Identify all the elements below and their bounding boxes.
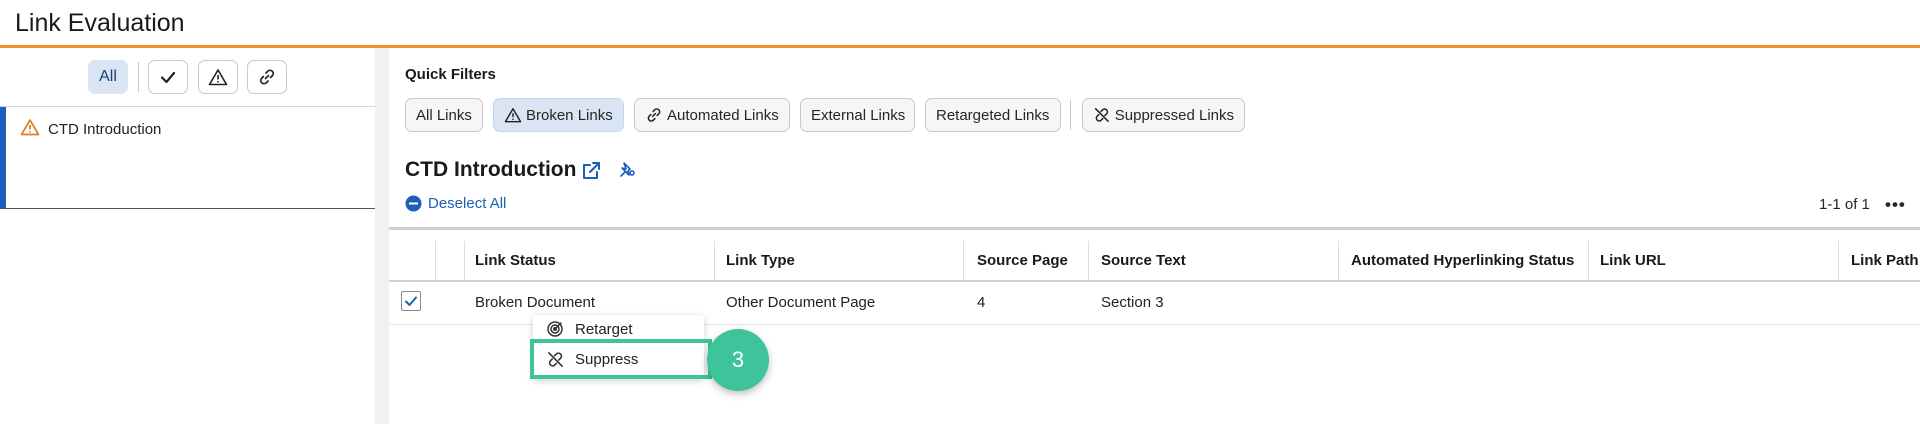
table-divider (389, 227, 1920, 230)
quick-filter-automated-links[interactable]: Automated Links (634, 98, 790, 132)
quick-filter-all-links[interactable]: All Links (405, 98, 483, 132)
divider (0, 208, 375, 209)
chip-label: All Links (416, 106, 472, 124)
document-list-item-label: CTD Introduction (48, 121, 162, 138)
filter-all-button[interactable]: All (88, 60, 128, 94)
selected-indicator (0, 107, 6, 209)
column-divider (1588, 241, 1589, 281)
cell-source-page: 4 (977, 294, 986, 311)
column-header-link-type[interactable]: Link Type (726, 252, 795, 269)
chip-label: Retargeted Links (936, 106, 1050, 124)
cell-link-type: Other Document Page (726, 294, 876, 311)
chip-label: Suppressed Links (1114, 106, 1234, 124)
column-divider (1838, 241, 1839, 281)
quick-filter-suppressed-links[interactable]: Suppressed Links (1082, 98, 1245, 132)
column-divider (1088, 241, 1089, 281)
menu-item-label: Retarget (575, 321, 633, 338)
app-header: Link Evaluation (0, 0, 1920, 48)
quick-filter-retargeted-links[interactable]: Retargeted Links (925, 98, 1061, 132)
more-actions-button[interactable]: ••• (1885, 195, 1906, 215)
link-icon (259, 69, 275, 85)
link-off-icon (1094, 108, 1109, 122)
row-checkbox[interactable] (401, 291, 421, 311)
panel-splitter[interactable] (375, 48, 389, 424)
cell-source-text: Section 3 (1101, 294, 1164, 311)
column-divider (1338, 241, 1339, 281)
pin-icon[interactable] (617, 160, 637, 180)
filter-valid-button[interactable] (148, 60, 188, 94)
warning-icon (208, 69, 228, 86)
chip-label: Automated Links (667, 106, 779, 124)
column-divider (963, 241, 964, 281)
check-icon (405, 296, 417, 306)
quick-filters-heading: Quick Filters (405, 66, 496, 83)
warning-icon (504, 108, 522, 123)
link-icon (647, 108, 661, 122)
deselect-all-button[interactable]: Deselect All (405, 195, 506, 212)
pagination-text: 1-1 of 1 (1819, 196, 1870, 213)
quick-filter-external-links[interactable]: External Links (800, 98, 915, 132)
table-header: Link Status Link Type Source Page Source… (389, 241, 1920, 281)
chip-divider (1070, 100, 1071, 130)
filter-broken-button[interactable] (198, 60, 238, 94)
column-header-link-path[interactable]: Link Path (1851, 252, 1919, 269)
chip-label: Broken Links (526, 106, 613, 124)
retarget-icon (547, 321, 563, 337)
document-title: CTD Introduction (405, 158, 577, 181)
quick-filter-broken-links[interactable]: Broken Links (493, 98, 624, 132)
check-icon (160, 71, 176, 84)
column-header-link-url[interactable]: Link URL (1600, 252, 1666, 269)
filter-all-label: All (99, 68, 117, 85)
filter-divider (138, 62, 139, 92)
chip-label: External Links (811, 106, 906, 124)
page-title: Link Evaluation (15, 9, 185, 37)
filter-automated-button[interactable] (247, 60, 287, 94)
warning-icon (20, 119, 40, 136)
column-header-link-status[interactable]: Link Status (475, 252, 556, 269)
status-filter-bar: All (0, 48, 375, 106)
step-badge: 3 (707, 329, 769, 391)
external-link-icon[interactable] (580, 160, 602, 182)
minus-circle-icon (405, 195, 422, 212)
step-highlight (530, 339, 712, 379)
column-header-source-text[interactable]: Source Text (1101, 252, 1186, 269)
column-divider (714, 241, 715, 281)
deselect-all-label: Deselect All (428, 195, 507, 212)
column-divider (464, 241, 465, 281)
column-divider (435, 241, 436, 281)
left-panel: All CTD Introduction (0, 48, 375, 424)
document-list-item[interactable]: CTD Introduction (0, 107, 375, 209)
cell-link-status: Broken Document (475, 294, 596, 311)
column-header-source-page[interactable]: Source Page (977, 252, 1068, 269)
column-header-automated-hyperlinking-status[interactable]: Automated Hyperlinking Status (1351, 252, 1574, 269)
